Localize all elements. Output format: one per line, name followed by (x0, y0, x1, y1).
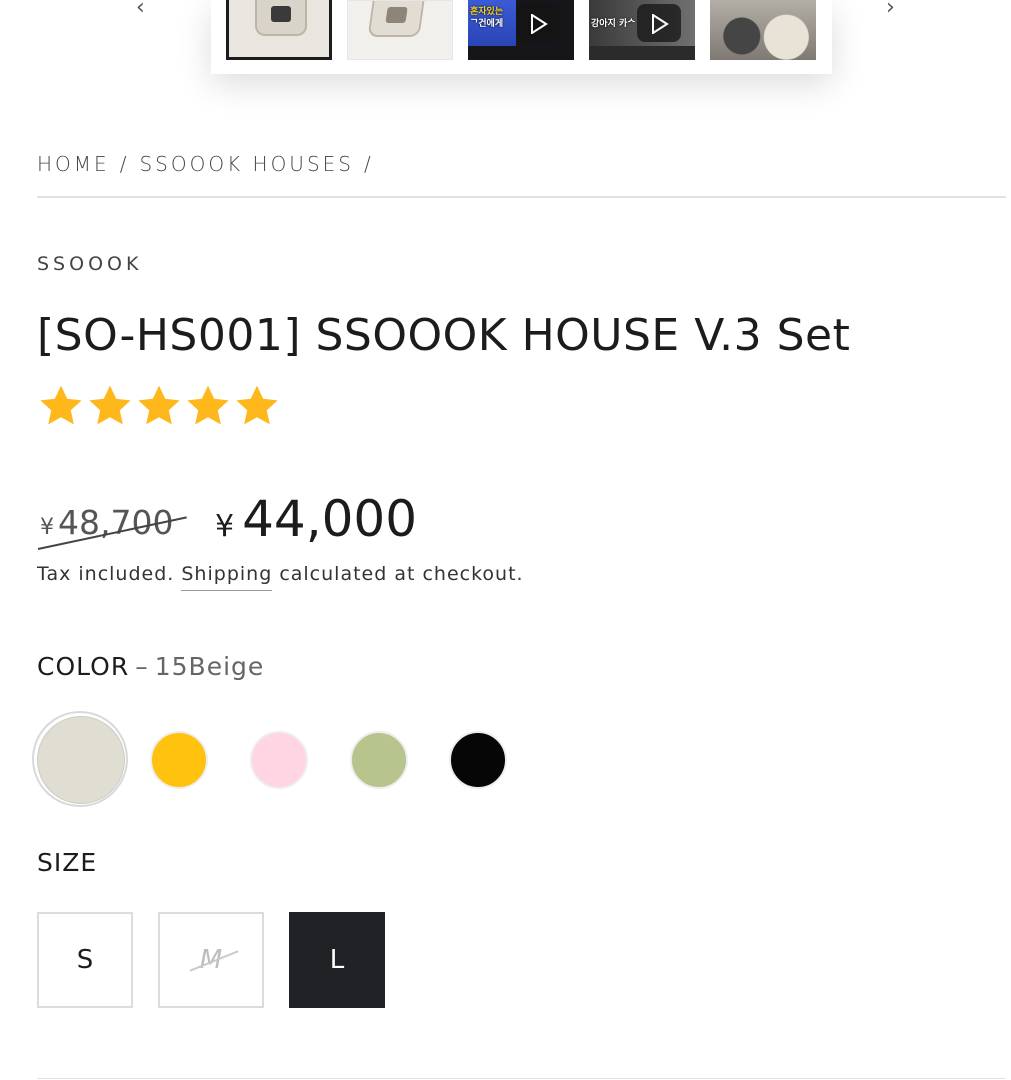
gallery-next-arrow-icon[interactable]: › (886, 0, 906, 20)
divider (37, 196, 1006, 198)
currency-symbol: ¥ (215, 509, 235, 544)
product-vendor: SSOOOK (37, 253, 143, 275)
breadcrumb-collection-link[interactable]: SSOOOK HOUSES (139, 152, 354, 176)
sale-price: ¥44,000 (215, 490, 417, 548)
house-image (367, 1, 425, 37)
star-icon (236, 385, 278, 425)
star-icon (89, 385, 131, 425)
swatch-pink[interactable] (250, 731, 308, 789)
color-label: COLOR (37, 652, 130, 681)
currency-symbol: ¥ (40, 515, 54, 540)
thumbnail-strip: 혼자있는 ᄀ건에게 강아지 카ᄉ (211, 0, 832, 74)
play-icon[interactable] (637, 4, 681, 42)
swatch-yellow[interactable] (150, 731, 208, 789)
thumbnail-beige-house-front[interactable] (226, 0, 332, 60)
shipping-link[interactable]: Shipping (181, 563, 273, 591)
star-icon (40, 385, 82, 425)
breadcrumb-separator: / (119, 152, 130, 176)
size-option-label: SIZE (37, 848, 98, 877)
size-button-s[interactable]: S (37, 912, 133, 1008)
size-button-l[interactable]: L (289, 912, 385, 1008)
thumbnail-beige-house-angle[interactable] (347, 0, 453, 60)
breadcrumb-home-link[interactable]: HOME (37, 152, 110, 176)
video-caption: 혼자있는 ᄀ건에게 (470, 7, 504, 29)
thumbnail-video-2[interactable]: 강아지 카ᄉ (589, 0, 695, 60)
size-button-m-unavailable[interactable]: M (158, 912, 264, 1008)
rating-stars[interactable] (37, 382, 281, 430)
swatch-black[interactable] (449, 731, 507, 789)
selected-color-value: 15Beige (154, 652, 265, 681)
product-title: [SO-HS001] SSOOOK HOUSE V.3 Set (37, 310, 851, 361)
divider (37, 1078, 1006, 1079)
house-image (255, 0, 307, 36)
breadcrumb-separator: / (363, 152, 374, 176)
tax-suffix: calculated at checkout. (279, 563, 524, 585)
color-option-label: COLOR –15Beige (37, 652, 264, 681)
sale-amount: 44,000 (242, 490, 418, 548)
tax-prefix: Tax included. (37, 563, 175, 585)
dog-house-image (710, 0, 816, 60)
star-icon (187, 385, 229, 425)
play-icon[interactable] (516, 4, 560, 42)
video-caption: 강아지 카ᄉ (591, 19, 636, 29)
color-dash: – (135, 652, 149, 681)
breadcrumb: HOME / SSOOOK HOUSES / (37, 152, 384, 176)
thumbnail-video-1[interactable]: 혼자있는 ᄀ건에게 (468, 0, 574, 60)
thumbnail-dog-in-house[interactable] (710, 0, 816, 60)
star-icon (138, 385, 180, 425)
gallery-prev-arrow-icon[interactable]: ‹ (136, 0, 156, 20)
swatch-beige[interactable] (32, 711, 128, 807)
tax-note: Tax included. Shipping calculated at che… (37, 563, 524, 591)
swatch-green[interactable] (350, 731, 408, 789)
